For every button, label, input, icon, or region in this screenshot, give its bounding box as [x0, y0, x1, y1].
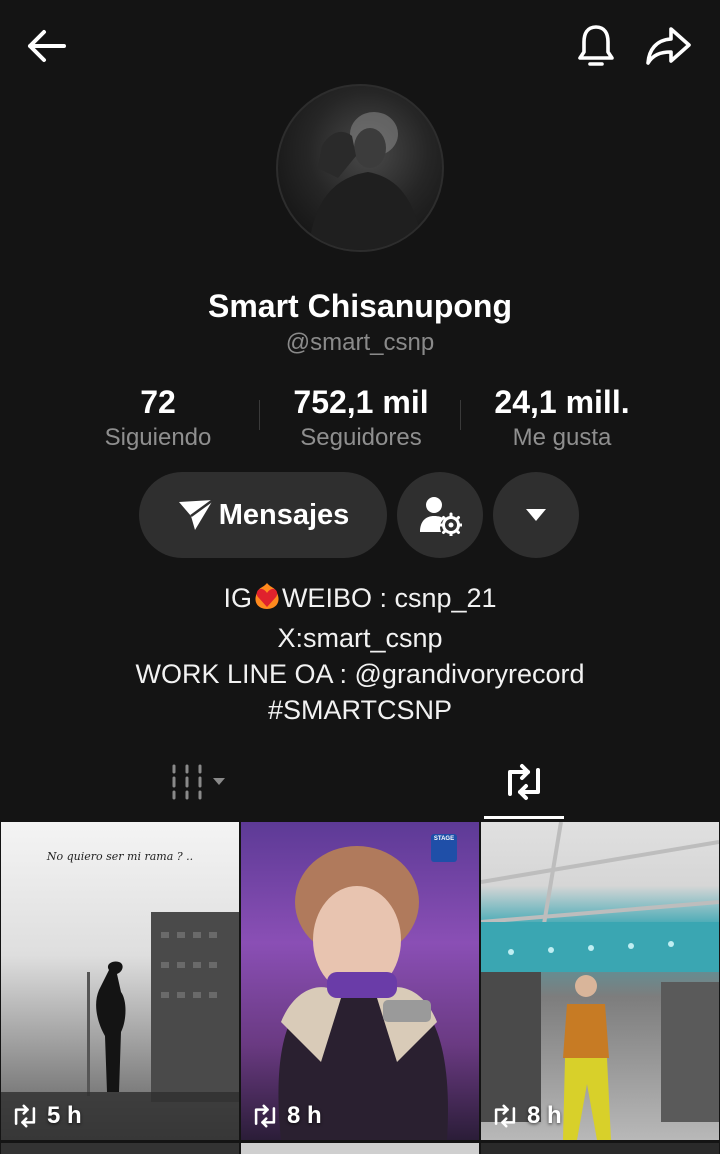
following-label: Siguiendo — [104, 424, 212, 451]
tab-reposts[interactable] — [484, 756, 564, 808]
followers-label: Seguidores — [300, 424, 422, 451]
stage-logo-text: STAGE — [433, 836, 455, 842]
bio-hashtag[interactable]: #SMARTCSNP — [0, 692, 720, 728]
avatar-photo — [308, 112, 424, 250]
avatar[interactable] — [276, 84, 444, 252]
likes-label: Me gusta — [512, 424, 612, 451]
share-arrow-icon — [646, 27, 691, 65]
stat-divider — [460, 400, 461, 430]
video-thumbnail[interactable]: STAGE 8 h — [241, 822, 479, 1140]
grid-columns-icon — [172, 764, 225, 800]
likes-count: 24,1 mill. — [494, 384, 630, 420]
video-meta: 5 h — [11, 1102, 82, 1130]
video-thumbnail-peek[interactable] — [241, 1143, 479, 1154]
flaming-heart-icon — [253, 581, 281, 620]
display-name: Smart Chisanupong — [207, 288, 512, 324]
video-thumbnail-image — [278, 846, 448, 1140]
bio-line: WORK LINE OA : @grandivoryrecord — [135, 659, 585, 689]
bell-icon — [578, 25, 614, 66]
followers-count: 752,1 mil — [293, 384, 429, 420]
arrow-left-icon — [28, 30, 66, 62]
tab-videos[interactable] — [160, 756, 240, 808]
video-meta: 8 h — [251, 1102, 322, 1130]
caret-down-icon — [526, 509, 546, 521]
followers-stat[interactable]: 752,1 mil Seguidores — [261, 383, 461, 453]
share-button[interactable] — [640, 20, 696, 72]
likes-stat[interactable]: 24,1 mill. Me gusta — [462, 383, 662, 453]
following-stat[interactable]: 72 Siguiendo — [58, 383, 258, 453]
bio: IG WEIBO : csnp_21 X:smart_csnp WORK LINE… — [0, 580, 720, 728]
messages-label: Mensajes — [218, 498, 350, 531]
username-handle: @smart_csnp — [285, 329, 435, 356]
more-options-button[interactable] — [493, 472, 579, 558]
video-thumbnail[interactable]: No quiero ser mi rama ? .. 5 h — [1, 822, 239, 1140]
following-count: 72 — [140, 384, 176, 420]
messages-button[interactable]: Mensajes — [139, 472, 387, 558]
video-time: 5 h — [47, 1102, 82, 1129]
repost-icon — [494, 1104, 516, 1128]
back-button[interactable] — [20, 22, 72, 70]
paper-plane-icon — [178, 498, 214, 530]
bio-text: WEIBO : csnp_21 — [281, 583, 497, 613]
video-thumbnail-peek[interactable] — [481, 1143, 719, 1154]
repost-icon — [14, 1104, 36, 1128]
person-gear-icon — [420, 497, 462, 536]
video-thumbnail[interactable]: 8 h — [481, 822, 719, 1140]
repost-icon — [508, 764, 540, 800]
profile-page: Smart Chisanupong @smart_csnp 72 Siguien… — [0, 0, 720, 1154]
video-thumbnail-peek[interactable] — [1, 1143, 239, 1154]
friend-settings-button[interactable] — [397, 472, 483, 558]
video-time: 8 h — [527, 1102, 562, 1129]
video-meta: 8 h — [491, 1102, 562, 1130]
bio-line: IG WEIBO : csnp_21 — [0, 580, 720, 620]
notifications-button[interactable] — [570, 20, 622, 72]
active-tab-indicator — [484, 816, 564, 819]
bio-text: IG — [223, 583, 252, 613]
bio-line: X:smart_csnp — [277, 623, 443, 653]
video-time: 8 h — [287, 1102, 322, 1129]
repost-icon — [254, 1104, 276, 1128]
stat-divider — [259, 400, 260, 430]
video-thumbnail-image — [1, 912, 239, 1140]
video-thumbnail-image — [481, 822, 719, 1140]
